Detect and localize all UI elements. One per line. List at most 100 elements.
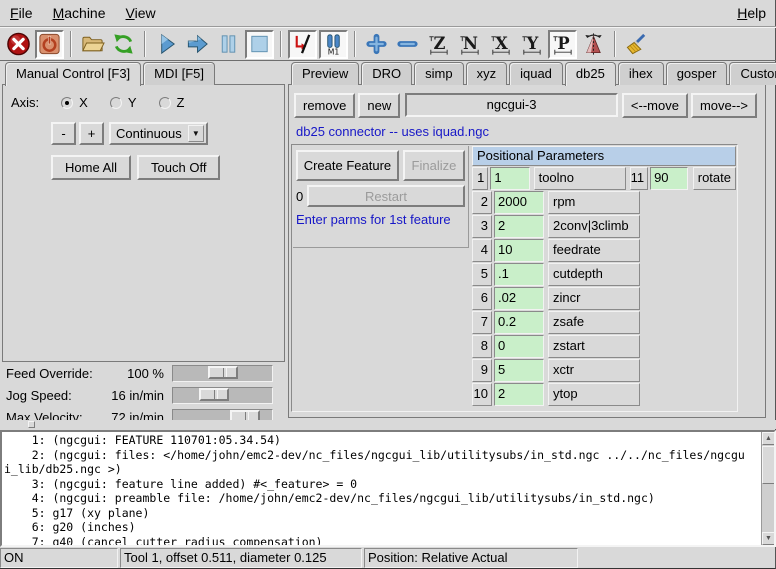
db25-tab-frame: remove new ngcgui-3 <--move move--> db25… (288, 84, 766, 418)
left-tab-row: Manual Control [F3]MDI [F5] (5, 62, 217, 85)
menu-help[interactable]: Help (727, 1, 776, 25)
param-value-entry[interactable]: 2 (494, 383, 544, 406)
slider-thumb[interactable] (208, 366, 238, 379)
estop-button[interactable] (4, 30, 33, 59)
param-value-entry[interactable]: .1 (494, 263, 544, 286)
axis-radio-z[interactable]: Z (159, 95, 185, 110)
axis-window: FileMachineView Help M1ZNXYP Manual Cont… (0, 0, 776, 569)
tab-db25[interactable]: db25 (565, 62, 616, 86)
jog-increment-value: Continuous (116, 126, 182, 141)
finalize-button[interactable]: Finalize (403, 150, 465, 181)
param-name-label: 2conv|3climb (548, 215, 640, 238)
machine-state-label: ON (0, 548, 118, 568)
svg-text:X: X (495, 34, 508, 53)
step-button[interactable] (183, 30, 212, 59)
parameter-row: 410feedrate (472, 239, 736, 262)
param-value-entry[interactable]: 2000 (494, 191, 544, 214)
restart-row: 0 Restart (294, 185, 465, 207)
optional-pause-button[interactable]: M1 (319, 30, 348, 59)
view-p-button[interactable]: P (548, 30, 577, 59)
tab-mdi-f5[interactable]: MDI [F5] (143, 62, 215, 85)
ngcgui-notebook: PreviewDROsimpxyziquaddb25ihexgosperCust… (288, 62, 766, 418)
run-button[interactable] (152, 30, 181, 59)
axis-radio-x[interactable]: X (61, 95, 88, 110)
param-value-entry[interactable]: 90 (650, 167, 688, 190)
axis-radio-label: X (79, 95, 88, 110)
pause-button[interactable] (214, 30, 243, 59)
view-x-button[interactable]: X (486, 30, 515, 59)
home-all-button[interactable]: Home All (51, 155, 131, 180)
machine-power-button[interactable] (35, 30, 64, 59)
param-value-entry[interactable]: .02 (494, 287, 544, 310)
stop-button[interactable] (245, 30, 274, 59)
remove-tab-button[interactable]: remove (294, 93, 355, 118)
axis-radio-y[interactable]: Y (110, 95, 137, 110)
scroll-up-icon[interactable]: ▲ (762, 432, 775, 445)
view-z-rotated-button[interactable]: N (455, 30, 484, 59)
open-file-icon (80, 31, 105, 57)
param-value-entry[interactable]: 5 (494, 359, 544, 382)
zoom-out-icon (395, 31, 420, 57)
param-value-entry[interactable]: 0.2 (494, 311, 544, 334)
sash-grip[interactable] (28, 421, 35, 428)
axis-radios: X Y Z (39, 95, 184, 110)
tab-dro[interactable]: DRO (361, 62, 412, 85)
new-tab-button[interactable]: new (358, 93, 400, 118)
slider-value: 16 in/min (98, 388, 172, 403)
rotate-button[interactable] (579, 30, 608, 59)
gcode-log-textarea[interactable]: 1: (ngcgui: FEATURE 110701:05.34.54) 2: … (0, 430, 776, 547)
param-value-entry[interactable]: 0 (494, 335, 544, 358)
restart-button[interactable]: Restart (307, 185, 465, 207)
axis-label: Axis: (11, 95, 39, 110)
reload-button[interactable] (109, 30, 138, 59)
open-file-button[interactable] (78, 30, 107, 59)
param-value-entry[interactable]: 1 (490, 167, 529, 190)
tab-manual-control-f3[interactable]: Manual Control [F3] (5, 62, 141, 86)
menu-file[interactable]: File (0, 1, 43, 25)
pause-icon (216, 31, 241, 57)
view-z-button[interactable]: Z (424, 30, 453, 59)
scroll-down-icon[interactable]: ▼ (762, 532, 775, 545)
tab-xyz[interactable]: xyz (466, 62, 508, 85)
slider-label: Feed Override: (2, 366, 98, 381)
log-scrollbar[interactable]: ▲ ▼ (761, 432, 774, 545)
jog-minus-button[interactable]: - (51, 122, 76, 145)
move-right-button[interactable]: move--> (691, 93, 757, 118)
clear-plot-button[interactable] (622, 30, 651, 59)
slider-trough[interactable] (172, 365, 273, 382)
zoom-in-button[interactable] (362, 30, 391, 59)
tab-custom[interactable]: Custom (729, 62, 776, 85)
create-feature-button[interactable]: Create Feature (296, 150, 399, 181)
reload-icon (111, 31, 136, 57)
block-delete-button[interactable] (288, 30, 317, 59)
stop-icon (247, 31, 272, 57)
feature-box: Create Feature Finalize 0 Restart Enter … (293, 146, 469, 248)
tab-ihex[interactable]: ihex (618, 62, 664, 85)
tab-gosper[interactable]: gosper (666, 62, 728, 85)
slider-thumb[interactable] (199, 388, 229, 401)
tab-name-entry[interactable]: ngcgui-3 (405, 93, 618, 117)
param-value-entry[interactable]: 10 (494, 239, 544, 262)
menu-machine[interactable]: Machine (43, 1, 116, 25)
tab-preview[interactable]: Preview (291, 62, 359, 85)
move-left-button[interactable]: <--move (622, 93, 688, 118)
jog-plus-button[interactable]: + (79, 122, 104, 145)
slider-trough[interactable] (172, 387, 273, 404)
tab-simp[interactable]: simp (414, 62, 463, 85)
log-line: i_lib/db25.ngc >) (4, 462, 760, 477)
param-value-entry[interactable]: 2 (494, 215, 544, 238)
ngcgui-control-row: remove new ngcgui-3 <--move move--> (294, 92, 757, 118)
menubar-right: Help (727, 1, 776, 25)
param-number-label: 10 (472, 383, 492, 406)
toolbar-separator (354, 31, 356, 57)
menu-view[interactable]: View (116, 1, 166, 25)
zoom-out-button[interactable] (393, 30, 422, 59)
scrollbar-thumb[interactable] (762, 446, 775, 484)
touch-off-button[interactable]: Touch Off (137, 155, 220, 180)
paned-window-sash[interactable] (0, 420, 776, 429)
view-y-button[interactable]: Y (517, 30, 546, 59)
slider-row: Feed Override:100 % (2, 362, 285, 384)
tab-iquad[interactable]: iquad (509, 62, 563, 85)
jog-increment-combobox[interactable]: Continuous ▼ (109, 122, 208, 145)
toolbar-separator (144, 31, 146, 57)
